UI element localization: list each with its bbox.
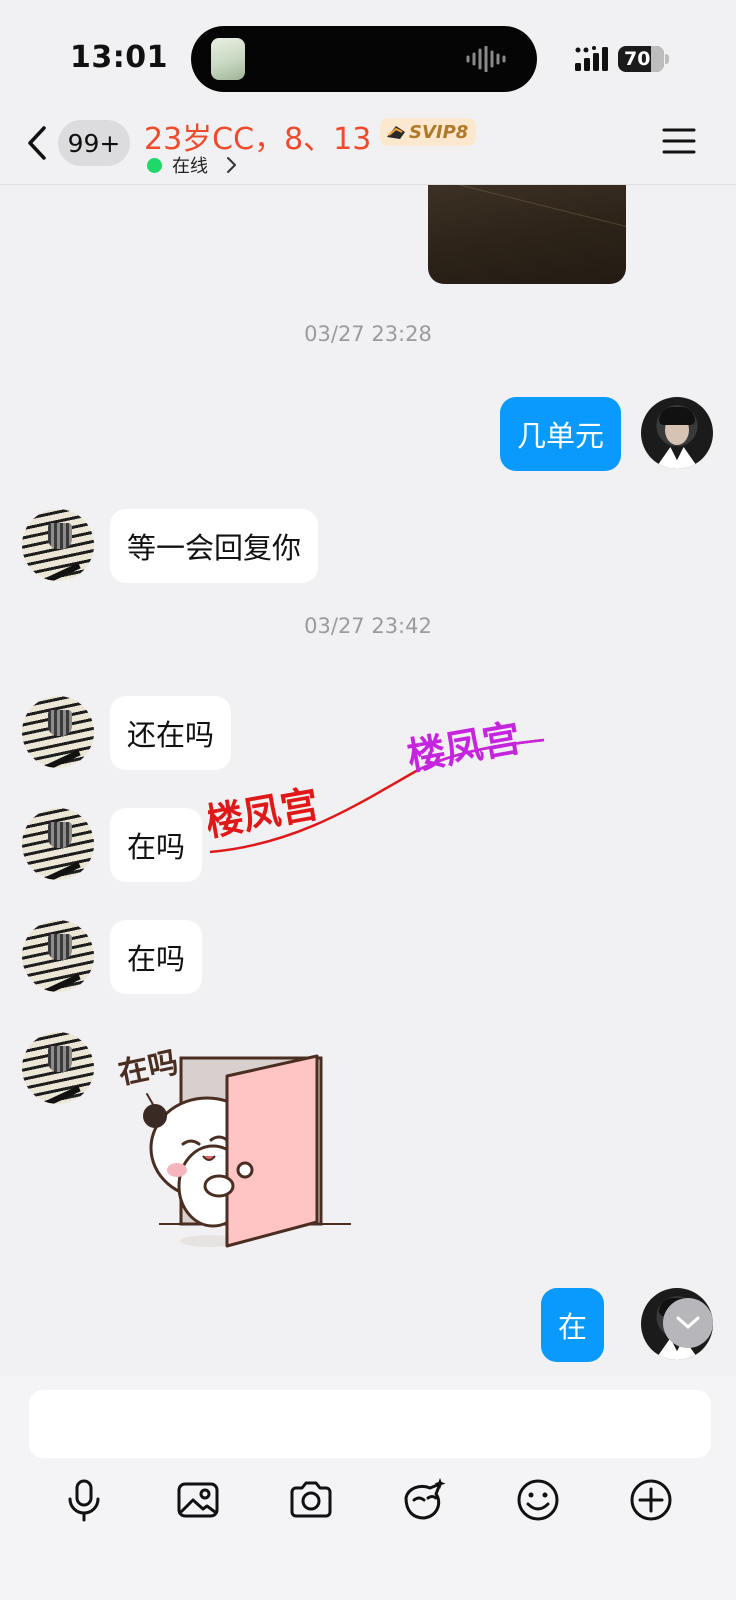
chat-header: 99+ 23岁CC，8、13 SVIP8 在线: [0, 110, 736, 185]
vip-crown-icon: [387, 126, 405, 139]
sticker-message[interactable]: 在吗: [115, 1036, 355, 1256]
message-timestamp: 03/27 23:28: [304, 322, 432, 346]
chevron-right-icon: [227, 157, 236, 173]
incoming-message[interactable]: 在吗: [110, 920, 203, 994]
contact-avatar[interactable]: [22, 696, 94, 768]
presence-text: 在线: [172, 156, 208, 177]
message-timestamp: 03/27 23:42: [304, 614, 432, 638]
dynamic-island[interactable]: [191, 26, 537, 92]
outgoing-message[interactable]: 在: [541, 1288, 605, 1362]
vip-level: SVIP8: [409, 121, 469, 143]
battery-tip: [665, 54, 669, 64]
status-bar: 13:01 70: [0, 0, 736, 110]
contact-avatar[interactable]: [22, 1032, 94, 1104]
presence-status[interactable]: 在线: [147, 152, 238, 178]
contact-avatar[interactable]: [22, 920, 94, 992]
message-list[interactable]: 03/27 23:28 几单元 等一会回复你 03/27 23:42 还在吗 在…: [0, 184, 736, 1376]
vip-badge[interactable]: SVIP8: [380, 118, 477, 146]
outgoing-message[interactable]: 几单元: [500, 397, 622, 471]
online-dot-icon: [147, 157, 162, 173]
watermark-overlay: 楼凤宫 楼凤宫: [208, 716, 545, 854]
status-time: 13:01: [70, 40, 168, 75]
contact-avatar[interactable]: [22, 808, 94, 880]
image-message[interactable]: [428, 184, 626, 284]
incoming-message[interactable]: 等一会回复你: [110, 509, 319, 583]
red-packet-icon: [404, 1478, 446, 1520]
now-playing-thumbnail: [211, 38, 245, 80]
image-icon: [177, 1482, 219, 1518]
my-avatar[interactable]: [641, 397, 713, 469]
back-chevron-icon[interactable]: [22, 120, 52, 166]
chevron-down-icon: [676, 1316, 700, 1329]
camera-icon: [290, 1481, 332, 1518]
watermark-text-1: 楼凤宫: [208, 782, 322, 845]
microphone-icon: [68, 1479, 100, 1522]
photo-button[interactable]: [170, 1472, 226, 1528]
contact-avatar[interactable]: [22, 509, 94, 581]
more-button[interactable]: [623, 1472, 679, 1528]
voice-button[interactable]: [56, 1472, 112, 1528]
input-panel: [0, 1376, 736, 1600]
sticker-caption: 在吗: [115, 1045, 181, 1092]
message-input[interactable]: [29, 1390, 711, 1458]
emoji-icon: [517, 1479, 559, 1521]
battery-indicator: 70: [618, 46, 664, 72]
image-content: [440, 184, 626, 230]
cellular-signal-icon: [575, 46, 608, 71]
unread-count-badge[interactable]: 99+: [58, 120, 130, 166]
emoji-button[interactable]: [510, 1472, 566, 1528]
battery-level: 70: [624, 48, 651, 70]
incoming-message[interactable]: 在吗: [110, 808, 203, 882]
audio-waveform-icon: [466, 46, 506, 72]
red-packet-button[interactable]: [396, 1472, 452, 1528]
plus-icon: [630, 1479, 672, 1521]
camera-button[interactable]: [283, 1472, 339, 1528]
menu-icon[interactable]: [662, 126, 696, 156]
watermark-text-2: 楼凤宫: [404, 716, 524, 779]
scroll-to-bottom-button[interactable]: [663, 1298, 713, 1348]
